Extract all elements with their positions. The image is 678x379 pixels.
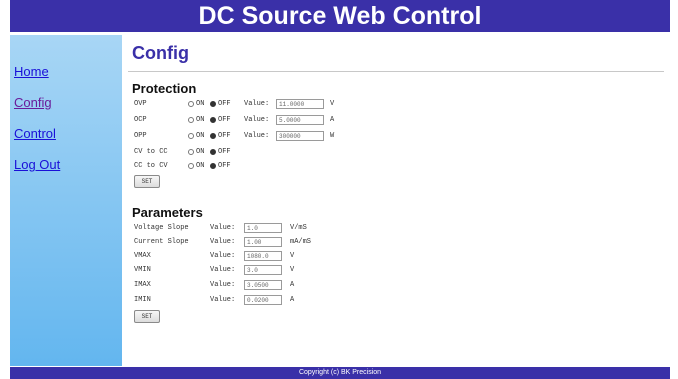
ovp-on-radio[interactable]: ON xyxy=(188,100,204,108)
protection-row-ocp: OCP ON OFF Value: 5.0000 A xyxy=(134,115,654,127)
parameter-label: Voltage Slope xyxy=(134,224,189,232)
page-title: Config xyxy=(132,43,189,63)
cc-to-cv-on-radio[interactable]: ON xyxy=(188,162,204,170)
app-frame: DC Source Web Control Home Config Contro… xyxy=(0,0,678,379)
ovp-value-input[interactable]: 11.0000 xyxy=(276,99,324,109)
opp-value-input[interactable]: 300000 xyxy=(276,131,324,141)
ovp-off-radio[interactable]: OFF xyxy=(210,100,231,108)
nav-config-link[interactable]: Config xyxy=(14,95,52,110)
header-title: DC Source Web Control xyxy=(10,0,670,32)
value-label: Value: xyxy=(244,132,270,140)
voltage-slope-unit: V/mS xyxy=(290,224,307,232)
vmin-input[interactable]: 3.0 xyxy=(244,265,282,275)
current-slope-unit: mA/mS xyxy=(290,238,312,246)
value-label: Value: xyxy=(210,224,236,232)
parameter-row-imin: IMIN Value: 0.0200 A xyxy=(134,295,654,307)
value-label: Value: xyxy=(210,238,236,246)
nav-home-link[interactable]: Home xyxy=(14,64,49,79)
main-content: Config Protection OVP ON OFF Value: 11.0… xyxy=(122,35,670,366)
value-label: Value: xyxy=(244,100,270,108)
ocp-unit: A xyxy=(330,116,335,124)
parameter-label: VMAX xyxy=(134,252,151,260)
ocp-value-input[interactable]: 5.0000 xyxy=(276,115,324,125)
parameter-label: VMIN xyxy=(134,266,151,274)
radio-selected-icon xyxy=(210,149,216,155)
parameters-set-button[interactable]: SET xyxy=(134,310,160,323)
sidebar: Home Config Control Log Out xyxy=(10,35,122,366)
radio-circle-icon xyxy=(188,101,194,107)
ocp-on-radio[interactable]: ON xyxy=(188,116,204,124)
value-label: Value: xyxy=(210,266,236,274)
opp-off-radio[interactable]: OFF xyxy=(210,132,231,140)
parameter-label: IMIN xyxy=(134,296,151,304)
imin-unit: A xyxy=(290,296,295,304)
parameters-title: Parameters xyxy=(132,205,203,220)
imax-unit: A xyxy=(290,281,295,289)
parameter-label: Current Slope xyxy=(134,238,189,246)
value-label: Value: xyxy=(210,281,236,289)
protection-label: OVP xyxy=(134,100,147,108)
nav-logout-link[interactable]: Log Out xyxy=(14,157,60,172)
protection-label: CV to CC xyxy=(134,148,168,156)
protection-label: OCP xyxy=(134,116,147,124)
current-slope-input[interactable]: 1.00 xyxy=(244,237,282,247)
vmax-input[interactable]: 1080.0 xyxy=(244,251,282,261)
protection-row-opp: OPP ON OFF Value: 300000 W xyxy=(134,131,654,143)
nav-control-link[interactable]: Control xyxy=(14,126,56,141)
protection-row-cv-to-cc: CV to CC ON OFF xyxy=(134,147,654,159)
protection-label: OPP xyxy=(134,132,147,140)
voltage-slope-input[interactable]: 1.0 xyxy=(244,223,282,233)
radio-circle-icon xyxy=(188,163,194,169)
parameter-row-vmin: VMIN Value: 3.0 V xyxy=(134,265,654,277)
radio-circle-icon xyxy=(188,149,194,155)
protection-label: CC to CV xyxy=(134,162,168,170)
vmin-unit: V xyxy=(290,266,295,274)
parameter-row-imax: IMAX Value: 3.0500 A xyxy=(134,280,654,292)
opp-on-radio[interactable]: ON xyxy=(188,132,204,140)
parameter-row-vmax: VMAX Value: 1080.0 V xyxy=(134,251,654,263)
cv-to-cc-on-radio[interactable]: ON xyxy=(188,148,204,156)
parameter-row-current-slope: Current Slope Value: 1.00 mA/mS xyxy=(134,237,654,249)
ocp-off-radio[interactable]: OFF xyxy=(210,116,231,124)
protection-row-ovp: OVP ON OFF Value: 11.0000 V xyxy=(134,99,654,111)
parameter-label: IMAX xyxy=(134,281,151,289)
radio-selected-icon xyxy=(210,163,216,169)
ovp-unit: V xyxy=(330,100,335,108)
value-label: Value: xyxy=(210,252,236,260)
divider xyxy=(128,71,664,72)
cv-to-cc-off-radio[interactable]: OFF xyxy=(210,148,231,156)
radio-circle-icon xyxy=(188,133,194,139)
cc-to-cv-off-radio[interactable]: OFF xyxy=(210,162,231,170)
protection-set-button[interactable]: SET xyxy=(134,175,160,188)
protection-row-cc-to-cv: CC to CV ON OFF xyxy=(134,161,654,173)
value-label: Value: xyxy=(244,116,270,124)
footer-copyright: Copyright (c) BK Precision xyxy=(10,367,670,379)
vmax-unit: V xyxy=(290,252,295,260)
parameter-row-voltage-slope: Voltage Slope Value: 1.0 V/mS xyxy=(134,223,654,235)
radio-selected-icon xyxy=(210,117,216,123)
radio-circle-icon xyxy=(188,117,194,123)
imin-input[interactable]: 0.0200 xyxy=(244,295,282,305)
radio-selected-icon xyxy=(210,101,216,107)
imax-input[interactable]: 3.0500 xyxy=(244,280,282,290)
radio-selected-icon xyxy=(210,133,216,139)
opp-unit: W xyxy=(330,132,335,140)
value-label: Value: xyxy=(210,296,236,304)
protection-title: Protection xyxy=(132,81,197,96)
